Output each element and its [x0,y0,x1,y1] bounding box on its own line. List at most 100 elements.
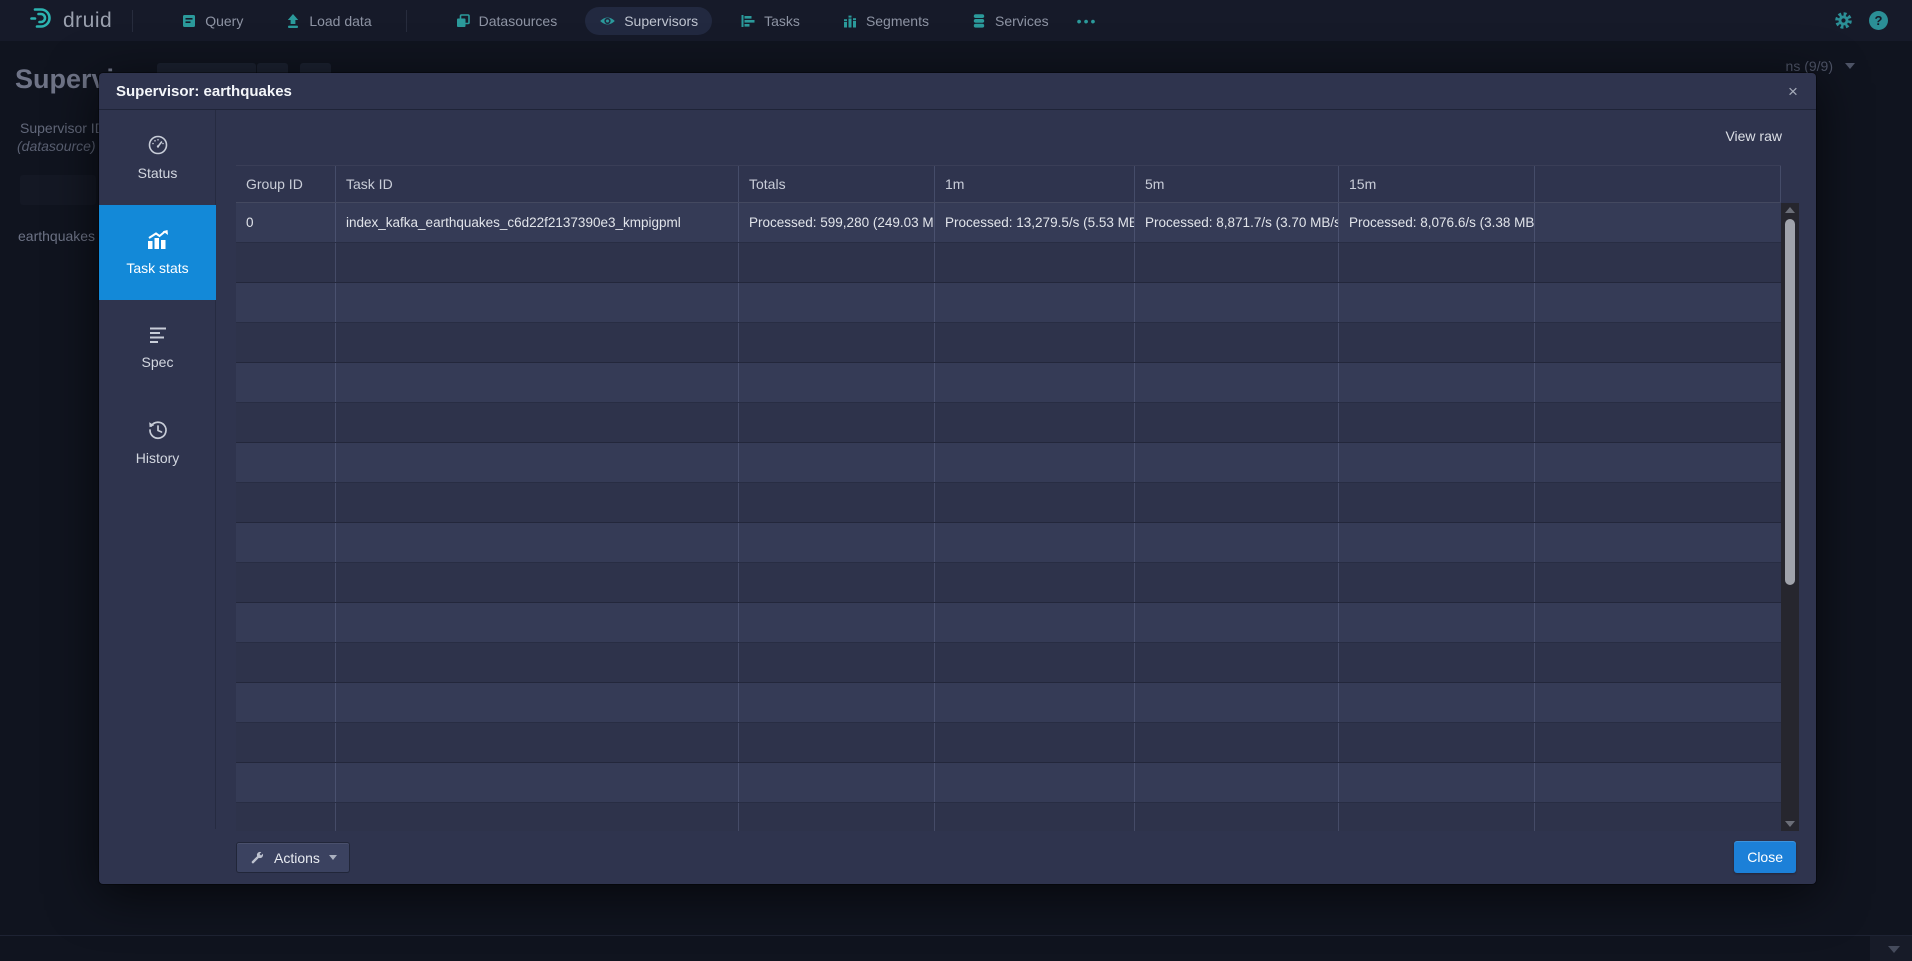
close-icon[interactable]: × [1780,79,1806,105]
cell-empty [1535,283,1781,322]
cell-empty [1535,563,1781,602]
cell-rate-5m: Processed: 8,871.7/s (3.70 MB/s) [1135,203,1339,242]
cell-empty [1339,603,1535,642]
cell-empty [1339,283,1535,322]
table-row-empty [236,803,1781,831]
cell-empty [1339,563,1535,602]
cell-empty [935,723,1135,762]
cell-empty [336,803,739,831]
cell-empty [739,683,935,722]
cell-task-id: index_kafka_earthquakes_c6d22f2137390e3_… [336,203,739,242]
cell-empty [1535,523,1781,562]
cell-empty [935,683,1135,722]
cell-empty [336,283,739,322]
druid-logo-icon [28,5,54,36]
cell-empty [739,323,935,362]
columns-count-dropdown[interactable]: ns (9/9) [1786,58,1855,74]
cell-empty [1135,763,1339,802]
cell-empty [236,323,336,362]
cell-empty [1339,643,1535,682]
nav-item-label: Segments [866,13,929,29]
druid-logo[interactable]: druid [28,5,112,36]
cell-empty [336,483,739,522]
cell-empty [336,683,739,722]
scroll-down-arrow-icon[interactable] [1785,821,1795,827]
cell-empty [336,363,739,402]
page-bottom-divider [0,935,1912,936]
cell-empty [1535,363,1781,402]
cell-empty [1535,683,1781,722]
cell-totals: Processed: 599,280 (249.03 MB) [739,203,935,242]
cell-empty [935,643,1135,682]
actions-button[interactable]: Actions [236,842,350,873]
cell-empty [739,563,935,602]
cell-empty [1339,243,1535,282]
cell-empty [1535,443,1781,482]
column-header-5m: 5m [1135,166,1339,202]
tab-status[interactable]: Status [99,110,216,205]
cell-empty [1535,803,1781,831]
nav-divider [132,10,133,32]
tab-spec[interactable]: Spec [99,300,216,395]
cell-empty [935,603,1135,642]
cell-empty [935,403,1135,442]
column-filter-input[interactable] [20,175,96,205]
nav-divider [406,10,407,32]
cell-empty [236,443,336,482]
close-button[interactable]: Close [1734,841,1796,873]
view-raw-link[interactable]: View raw [1725,128,1782,144]
top-navbar: druid Query Load data Datasources [0,0,1912,41]
tab-task-stats[interactable]: Task stats [99,205,216,300]
gear-icon[interactable] [1834,11,1853,30]
cell-empty [935,483,1135,522]
table-row[interactable]: 0 index_kafka_earthquakes_c6d22f2137390e… [236,203,1781,243]
nav-more-button[interactable]: ••• [1077,13,1098,29]
cell-empty [739,483,935,522]
nav-item-load-data[interactable]: Load data [271,7,385,35]
tasks-icon [740,13,756,29]
table-row-empty [236,763,1781,803]
task-stats-table: Group ID Task ID Totals 1m 5m 15m 0 inde… [236,165,1781,831]
cell-empty [336,763,739,802]
scrollbar-thumb[interactable] [1785,219,1795,585]
help-icon[interactable]: ? [1869,11,1888,30]
cell-empty [1135,283,1339,322]
cell-empty [236,243,336,282]
vertical-scrollbar[interactable] [1781,203,1799,831]
task-stats-icon [146,229,170,251]
supervisors-icon [599,13,616,29]
datasources-icon [455,13,471,29]
table-header-row: Group ID Task ID Totals 1m 5m 15m [236,165,1781,203]
cell-empty [336,523,739,562]
cell-empty [1135,723,1339,762]
cell-empty [1135,443,1339,482]
nav-item-services[interactable]: Services [957,7,1063,35]
cell-empty [739,283,935,322]
table-row-empty [236,243,1781,283]
nav-item-supervisors[interactable]: Supervisors [585,7,712,35]
cell-empty [1339,443,1535,482]
cell-empty [935,283,1135,322]
cell-empty [1535,763,1781,802]
column-header-15m: 15m [1339,166,1535,202]
cell-empty [1339,803,1535,831]
nav-item-datasources[interactable]: Datasources [441,7,572,35]
tab-history[interactable]: History [99,395,216,490]
cell-rate-15m: Processed: 8,076.6/s (3.38 MB/s) [1339,203,1535,242]
nav-item-segments[interactable]: Segments [828,7,943,35]
cell-empty [935,763,1135,802]
supervisor-row-earthquakes[interactable]: earthquakes [18,228,95,244]
cell-empty [1339,723,1535,762]
cell-empty [336,243,739,282]
cell-empty [236,283,336,322]
cell-empty [1135,403,1339,442]
scroll-up-arrow-icon[interactable] [1785,207,1795,213]
cell-spacer [1535,203,1781,242]
nav-item-tasks[interactable]: Tasks [726,7,814,35]
cell-empty [1535,723,1781,762]
cell-empty [1339,323,1535,362]
nav-item-query[interactable]: Query [167,7,257,35]
cell-empty [1339,763,1535,802]
status-icon [147,134,169,156]
column-header-task-id: Task ID [336,166,739,202]
